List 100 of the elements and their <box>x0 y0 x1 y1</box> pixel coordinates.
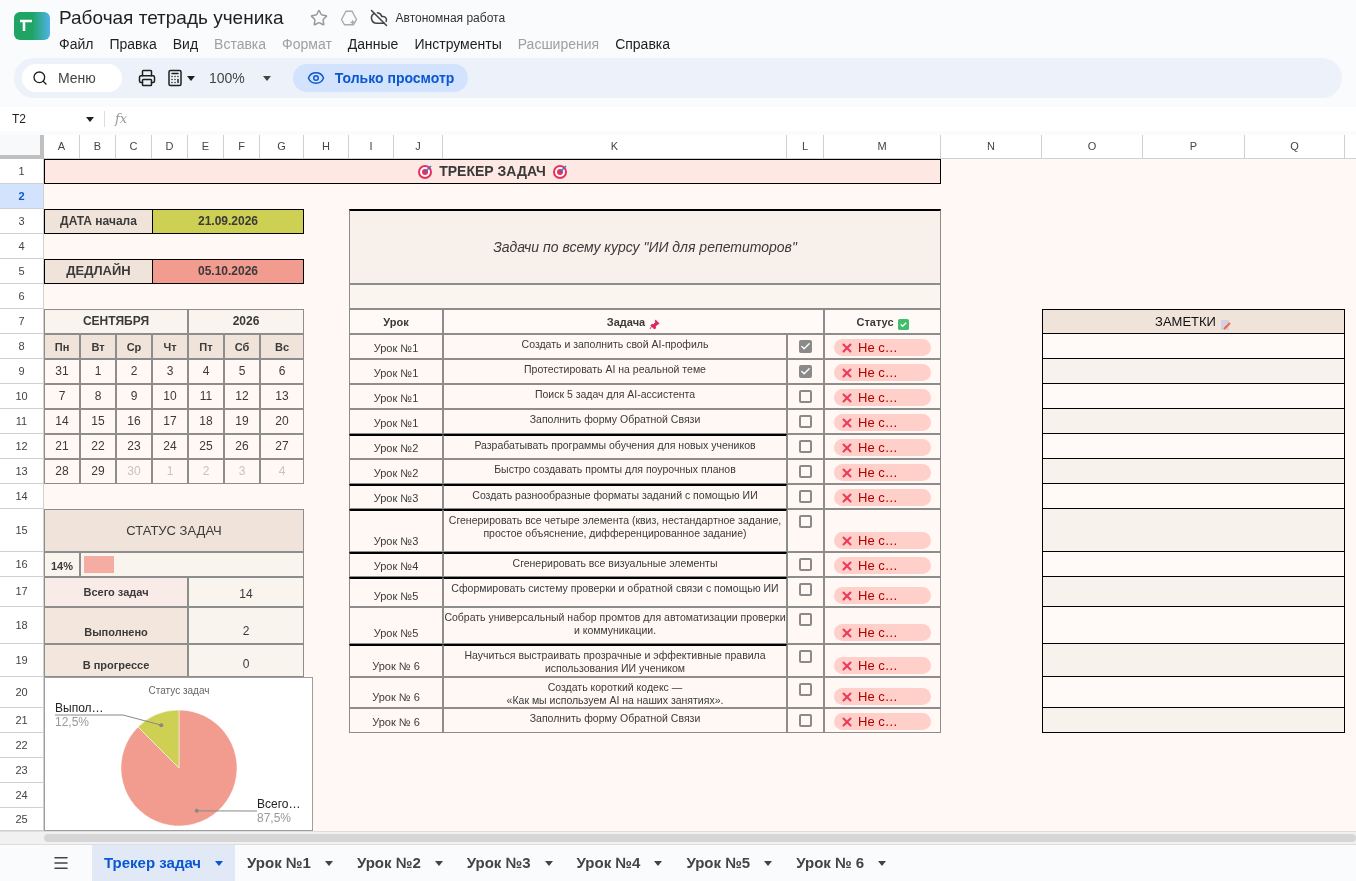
sheet-tab[interactable]: Урок №4 <box>564 845 675 881</box>
status-chip[interactable]: Не с… <box>834 657 931 674</box>
lesson-cell: Урок №2 <box>349 434 443 459</box>
menu-icon[interactable] <box>52 854 70 872</box>
status-chip[interactable]: Не с… <box>834 587 931 604</box>
menu-item[interactable]: Данные <box>347 34 399 55</box>
horizontal-scrollbar[interactable] <box>0 831 1356 845</box>
checkbox[interactable] <box>799 558 812 571</box>
lesson-cell: Урок №5 <box>349 577 443 607</box>
cross-icon <box>840 558 854 573</box>
menu-item[interactable]: Правка <box>109 34 157 55</box>
day-cell: 26 <box>224 434 260 459</box>
task-heading: Задачи по всему курсу "ИИ для репетиторов" <box>349 209 941 284</box>
menu-item[interactable]: Файл <box>59 34 94 55</box>
checkbox[interactable] <box>799 714 812 727</box>
menu-item[interactable]: Инструменты <box>414 34 502 55</box>
leader-line <box>194 808 258 813</box>
cross-icon <box>840 415 854 430</box>
day-cell: 20 <box>260 409 304 434</box>
cross-icon <box>840 714 854 729</box>
checkbox[interactable] <box>799 515 812 528</box>
column-heading-text: Статус <box>856 314 894 330</box>
search-menu-field[interactable]: Меню <box>22 64 122 92</box>
checkbox[interactable] <box>799 583 812 596</box>
spreadsheet-logo[interactable] <box>14 12 50 40</box>
checkbox[interactable] <box>799 365 812 378</box>
print-icon[interactable] <box>138 69 156 87</box>
row-header: 19 <box>0 644 44 677</box>
status-chip[interactable]: Не с… <box>834 624 931 641</box>
row-header: 16 <box>0 552 44 577</box>
cross-icon <box>840 340 854 355</box>
column-header: E <box>188 135 224 159</box>
star-icon[interactable] <box>309 9 328 27</box>
checkbox[interactable] <box>799 650 812 663</box>
column-header: J <box>394 135 443 159</box>
status-chip[interactable]: Не с… <box>834 688 931 705</box>
column-header: N <box>941 135 1042 159</box>
cloud-off-icon[interactable] <box>369 9 388 27</box>
sheet-tab[interactable]: Урок №5 <box>674 845 785 881</box>
checkbox[interactable] <box>799 415 812 428</box>
caret-icon <box>878 860 887 866</box>
checkbox[interactable] <box>799 440 812 453</box>
sheet-tab[interactable]: Трекер задач <box>92 845 236 881</box>
chart-title: Статус задач <box>148 685 210 696</box>
sheet-tab[interactable]: Урок №3 <box>454 845 565 881</box>
row-header: 2 <box>0 184 44 209</box>
offline-status: Автономная работа <box>395 10 506 27</box>
day-cell: 19 <box>224 409 260 434</box>
row-header: 11 <box>0 409 44 434</box>
checkbox[interactable] <box>799 490 812 503</box>
day-cell: 22 <box>80 434 116 459</box>
checkbox[interactable] <box>799 465 812 478</box>
document-title[interactable]: Рабочая тетрадь ученика <box>59 6 284 30</box>
checkbox[interactable] <box>799 613 812 626</box>
day-cell: 3 <box>224 459 260 484</box>
lesson-cell: Урок №5 <box>349 607 443 644</box>
day-cell: 4 <box>188 359 224 384</box>
status-chip[interactable]: Не с… <box>834 414 931 431</box>
table-cell: 14 <box>188 577 304 607</box>
day-cell: 6 <box>260 359 304 384</box>
status-chip[interactable]: Не с… <box>834 532 931 549</box>
drive-icon[interactable] <box>339 9 358 27</box>
column-header: C <box>116 135 152 159</box>
view-only-button[interactable]: Только просмотр <box>292 64 469 92</box>
status-chip[interactable]: Не с… <box>834 557 931 574</box>
calculator-icon[interactable] <box>166 69 184 87</box>
weekday-cell: Чт <box>152 334 188 359</box>
menu-item[interactable]: Справка <box>615 34 671 55</box>
day-cell: 27 <box>260 434 304 459</box>
checkbox[interactable] <box>799 340 812 353</box>
status-chip[interactable]: Не с… <box>834 489 931 506</box>
weekday-cell: Ср <box>116 334 152 359</box>
cross-icon <box>840 365 854 380</box>
column-header: M <box>824 135 941 159</box>
menu-item[interactable]: Вид <box>172 34 199 55</box>
lesson-cell: Урок №3 <box>349 509 443 552</box>
status-chip[interactable]: Не с… <box>834 339 931 356</box>
sheet-tab[interactable]: Урок №2 <box>344 845 455 881</box>
status-chip[interactable]: Не с… <box>834 439 931 456</box>
status-chip[interactable]: Не с… <box>834 389 931 406</box>
status-chip[interactable]: Не с… <box>834 464 931 481</box>
day-cell: 2 <box>116 359 152 384</box>
day-cell: 14 <box>44 409 80 434</box>
checkbox[interactable] <box>799 390 812 403</box>
name-box[interactable]: T2 <box>0 107 104 131</box>
sheet-tab[interactable]: Урок №1 <box>235 845 345 881</box>
zoom-dropdown[interactable]: 100% <box>205 67 275 89</box>
status-chip[interactable]: Не с… <box>834 713 931 730</box>
caret-icon <box>544 860 553 866</box>
status-chip[interactable]: Не с… <box>834 364 931 381</box>
column-header: H <box>304 135 349 159</box>
column-header: K <box>443 135 787 159</box>
column-header: A <box>44 135 80 159</box>
task-cell: Разрабатывать программы обучения для новых учеников <box>443 434 787 459</box>
lesson-cell: Урок №2 <box>349 459 443 484</box>
checkbox[interactable] <box>799 683 812 696</box>
sheet-tab[interactable]: Урок № 6 <box>784 845 899 881</box>
day-cell: 2 <box>188 459 224 484</box>
column-heading-text: Задача <box>606 314 646 330</box>
day-cell: 8 <box>80 384 116 409</box>
